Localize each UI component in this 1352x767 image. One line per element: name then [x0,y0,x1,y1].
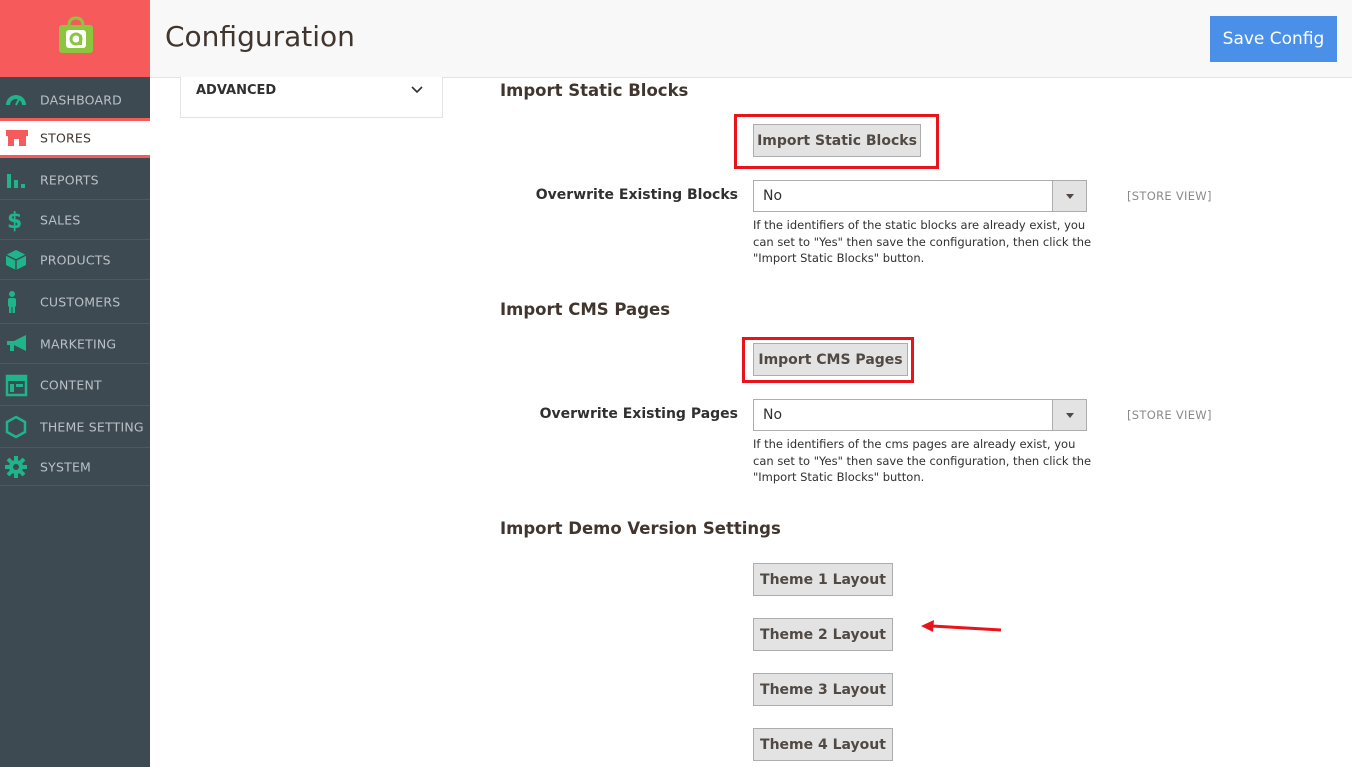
page-title: Configuration [165,20,355,53]
sidebar-item-reports[interactable]: REPORTS [0,160,150,200]
sidebar-item-theme-setting[interactable]: THEME SETTING [0,406,150,448]
sidebar-item-label: SALES [40,212,81,227]
overwrite-blocks-label: Overwrite Existing Blocks [535,187,738,203]
demo-settings-title: Import Demo Version Settings [500,519,781,538]
sidebar-item-stores[interactable]: STORES [0,118,150,158]
reports-icon [7,173,25,188]
admin-sidebar: DASHBOARD STORES REPORTS $ SALES PRODUCT… [0,0,150,767]
person-icon [8,290,16,313]
field-note: If the identifiers of the cms pages are … [753,437,1092,484]
field-note: If the identifiers of the static blocks … [753,218,1092,265]
sidebar-item-label: PRODUCTS [40,252,111,267]
import-cms-pages-button[interactable]: Import CMS Pages [753,343,908,376]
section-advanced[interactable]: ADVANCED [180,77,443,118]
sidebar-item-customers[interactable]: CUSTOMERS [0,280,150,324]
sidebar-item-sales[interactable]: $ SALES [0,200,150,240]
sidebar-item-label: DASHBOARD [40,92,122,107]
hexagon-icon [5,415,27,438]
scope-label: [STORE VIEW] [1127,189,1212,203]
chevron-down-icon [411,86,423,94]
theme-3-layout-button[interactable]: Theme 3 Layout [753,673,893,706]
store-icon [6,130,28,146]
box-icon [5,249,27,270]
logo-area[interactable] [0,0,150,77]
sidebar-item-content[interactable]: CONTENT [0,364,150,406]
select-value: No [763,188,783,204]
select-value: No [763,407,783,423]
logo-icon [59,16,93,53]
sidebar-item-label: MARKETING [40,336,117,351]
layout-icon [5,374,28,396]
sidebar-item-label: REPORTS [40,172,99,187]
overwrite-pages-label: Overwrite Existing Pages [539,406,738,422]
overwrite-blocks-select[interactable]: No [753,180,1087,212]
gear-icon [5,455,27,478]
arrow-annotation-icon [921,620,1002,632]
section-title: ADVANCED [196,83,277,98]
svg-text:$: $ [7,209,22,232]
sidebar-item-marketing[interactable]: MARKETING [0,324,150,364]
scope-label: [STORE VIEW] [1127,408,1212,422]
sidebar-item-label: STORES [40,130,92,146]
sidebar-item-label: THEME SETTING [40,419,144,434]
dollar-icon: $ [7,209,22,232]
sidebar-item-system[interactable]: SYSTEM [0,448,150,486]
theme-1-layout-button[interactable]: Theme 1 Layout [753,563,893,596]
cms-pages-title: Import CMS Pages [500,300,671,319]
dashboard-icon [6,94,26,105]
save-config-button[interactable]: Save Config [1210,16,1337,62]
sidebar-item-label: CONTENT [40,377,102,392]
megaphone-icon [7,334,26,351]
overwrite-pages-select[interactable]: No [753,399,1087,431]
import-static-blocks-button[interactable]: Import Static Blocks [753,124,921,157]
sidebar-item-label: SYSTEM [40,459,92,474]
static-blocks-title: Import Static Blocks [500,81,689,100]
chevron-down-icon [1052,181,1086,211]
theme-4-layout-button[interactable]: Theme 4 Layout [753,728,893,761]
theme-2-layout-button[interactable]: Theme 2 Layout [753,618,893,651]
page-header: Configuration Save Config [150,0,1352,78]
chevron-down-icon [1052,400,1086,430]
sidebar-item-products[interactable]: PRODUCTS [0,240,150,280]
sidebar-item-label: CUSTOMERS [40,294,121,309]
sidebar-item-dashboard[interactable]: DASHBOARD [0,80,150,120]
